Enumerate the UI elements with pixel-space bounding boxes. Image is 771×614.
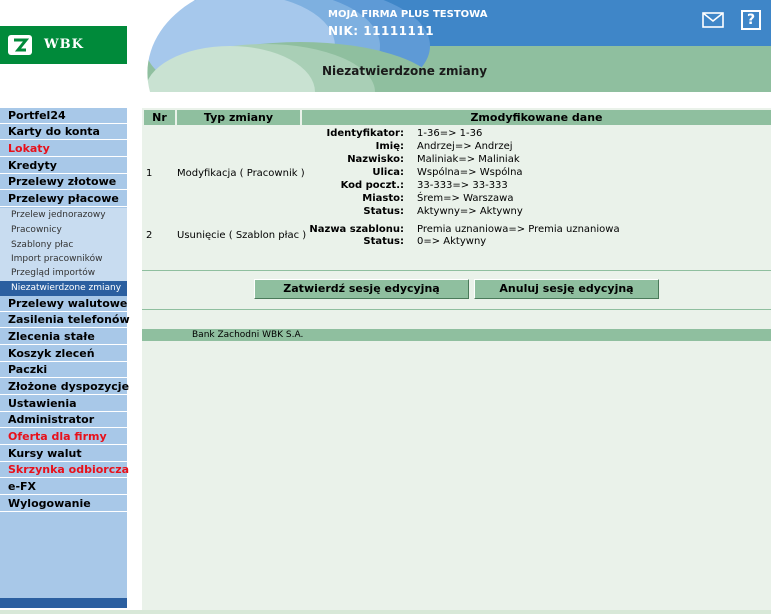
logo-mark-icon <box>8 35 32 55</box>
field-label: Kod poczt.: <box>340 180 404 191</box>
bottom-border <box>0 610 771 614</box>
field-value: 1-36=> 1-36 <box>417 128 483 139</box>
sidebar-sub-szablony-plac[interactable]: Szablony płac <box>0 238 127 253</box>
sidebar-item-przelewy-zlotowe[interactable]: Przelewy złotowe <box>0 174 127 190</box>
field-value: Aktywny=> Aktywny <box>417 206 523 217</box>
logo-text: WBK <box>44 37 84 52</box>
page-title: Niezatwierdzone zmiany <box>322 64 488 78</box>
sidebar-nav: Portfel24 Karty do konta Lokaty Kredyty … <box>0 108 130 608</box>
field-label: Imię: <box>375 141 404 152</box>
sidebar-item-oferta-dla-firmy[interactable]: Oferta dla firmy <box>0 429 127 445</box>
sidebar-sub-przelew-jednorazowy[interactable]: Przelew jednorazowy <box>0 208 127 223</box>
row-nr: 2 <box>146 230 153 241</box>
field-label: Status: <box>363 206 404 217</box>
field-value: 33-333=> 33-333 <box>417 180 508 191</box>
sidebar-item-koszyk-zlecen[interactable]: Koszyk zleceń <box>0 346 127 362</box>
divider <box>142 270 771 271</box>
cancel-session-button[interactable]: Anuluj sesję edycyjną <box>474 279 659 299</box>
field-value: Śrem=> Warszawa <box>417 193 514 204</box>
sidebar-item-przelewy-walutowe[interactable]: Przelewy walutowe <box>0 296 127 312</box>
sidebar-item-kursy-walut[interactable]: Kursy walut <box>0 446 127 462</box>
sidebar-sub-pracownicy[interactable]: Pracownicy <box>0 223 127 238</box>
row-type: Usunięcie ( Szablon płac ) <box>177 230 307 241</box>
sidebar-bottom-bar <box>0 598 127 608</box>
confirm-session-button[interactable]: Zatwierdź sesję edycyjną <box>254 279 469 299</box>
sidebar-item-wylogowanie[interactable]: Wylogowanie <box>0 496 127 512</box>
sidebar-item-zlecenia-stale[interactable]: Zlecenia stałe <box>0 329 127 345</box>
sidebar-item-paczki[interactable]: Paczki <box>0 362 127 378</box>
sidebar-item-zasilenia-telefonow[interactable]: Zasilenia telefonów <box>0 312 130 328</box>
col-header-dane: Zmodyfikowane dane <box>302 110 771 125</box>
footer-bar: Bank Zachodni WBK S.A. <box>142 329 771 341</box>
sidebar-item-efx[interactable]: e-FX <box>0 479 127 495</box>
row-nr: 1 <box>146 168 153 179</box>
sidebar-item-lokaty[interactable]: Lokaty <box>0 141 127 157</box>
sidebar-item-karty[interactable]: Karty do konta <box>0 124 127 140</box>
field-value: Wspólna=> Wspólna <box>417 167 523 178</box>
footer-text: Bank Zachodni WBK S.A. <box>192 330 304 340</box>
field-label: Miasto: <box>362 193 404 204</box>
field-label: Ulica: <box>372 167 404 178</box>
sidebar-item-przelewy-placowe[interactable]: Przelewy płacowe <box>0 191 127 207</box>
sidebar-item-zlozone-dyspozycje[interactable]: Złożone dyspozycje <box>0 379 129 395</box>
sidebar-item-administrator[interactable]: Administrator <box>0 412 127 428</box>
mail-icon[interactable] <box>702 12 724 28</box>
field-label: Nazwisko: <box>347 154 404 165</box>
app-window: WBK MOJA FIRMA PLUS TESTOWA NIK: 1111111… <box>0 0 771 614</box>
sidebar-sub-import-pracownikow[interactable]: Import pracowników <box>0 252 127 267</box>
sidebar-item-kredyty[interactable]: Kredyty <box>0 158 127 174</box>
field-label: Identyfikator: <box>326 128 404 139</box>
sidebar-sub-niezatwierdzone-zmiany[interactable]: Niezatwierdzone zmiany <box>0 281 127 296</box>
field-value: Premia uznaniowa=> Premia uznaniowa <box>417 224 620 235</box>
field-value: 0=> Aktywny <box>417 236 487 247</box>
sidebar-item-ustawienia[interactable]: Ustawienia <box>0 396 127 412</box>
field-value: Maliniak=> Maliniak <box>417 154 520 165</box>
help-icon[interactable]: ? <box>741 10 761 30</box>
row-type: Modyfikacja ( Pracownik ) <box>177 168 305 179</box>
sidebar-item-portfel24[interactable]: Portfel24 <box>0 108 127 124</box>
nik-number: NIK: 11111111 <box>328 24 435 38</box>
col-header-typ: Typ zmiany <box>177 110 300 125</box>
sidebar-sub-przeglad-importow[interactable]: Przegląd importów <box>0 266 127 281</box>
sidebar-item-skrzynka-odbiorcza[interactable]: Skrzynka odbiorcza <box>0 462 129 478</box>
col-header-nr: Nr <box>144 110 175 125</box>
field-label: Status: <box>363 236 404 247</box>
company-name: MOJA FIRMA PLUS TESTOWA <box>328 9 488 20</box>
main-content: Nr Typ zmiany Zmodyfikowane dane 1 Modyf… <box>142 108 771 610</box>
wbk-logo[interactable]: WBK <box>0 26 127 64</box>
field-value: Andrzej=> Andrzej <box>417 141 513 152</box>
header: WBK MOJA FIRMA PLUS TESTOWA NIK: 1111111… <box>0 0 771 92</box>
field-label: Nazwa szablonu: <box>309 224 404 235</box>
divider <box>142 309 771 310</box>
